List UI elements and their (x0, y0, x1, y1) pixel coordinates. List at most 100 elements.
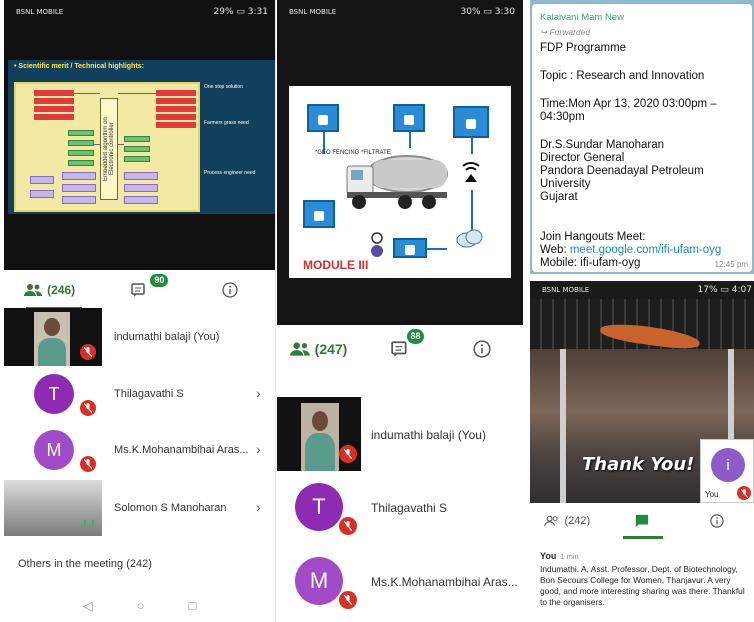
participant-video (4, 480, 102, 536)
chat-message-text: Indumathi. A, Asst. Professor, Dept. of … (540, 564, 745, 607)
people-icon (24, 284, 43, 296)
meet-toolbar: (246) 90 (4, 270, 275, 310)
status-bar: BSNL MOBILE 17% ▭ 4:07 (530, 281, 754, 299)
participant-name: Solomon S Manoharan (114, 502, 227, 514)
message-line: FDP Programme (540, 42, 627, 54)
side-heading: One stop solution (204, 84, 243, 90)
person-body (38, 338, 66, 366)
meet-link[interactable]: meet.google.com/ifi-ufam-oyg (570, 244, 721, 256)
person-head (312, 411, 328, 431)
diagram-block (68, 160, 94, 166)
message-line: Pandora Deenadayal Petroleum (540, 165, 704, 177)
controller-label: Embedded algorithm on Electronic control… (103, 117, 115, 181)
self-view-tile[interactable]: i You (700, 439, 754, 503)
tab-people[interactable]: (247) (277, 327, 359, 371)
tab-info[interactable] (679, 503, 754, 539)
cloud-icon (456, 229, 483, 248)
participant-name: Ms.K.Mohanambihai Aras... (371, 575, 518, 589)
diagram-block (156, 106, 196, 112)
tab-chat[interactable] (605, 503, 680, 539)
diagram-block (124, 136, 150, 142)
participant-row[interactable]: M Ms.K.Mohanambihai Aras... (277, 547, 523, 622)
participant-name: indumathi balaji (You) (114, 331, 220, 343)
diagram-block (30, 190, 54, 198)
battery-time: 29% ▭ 3:31 (213, 7, 268, 17)
module-box (307, 104, 339, 132)
side-heading: Farmers grass need (204, 120, 249, 126)
participant-row[interactable]: T Thilagavathi S › (4, 366, 275, 422)
back-icon[interactable]: ◁ (83, 598, 93, 614)
tab-people[interactable]: (246) (4, 270, 94, 310)
tab-info[interactable] (441, 327, 523, 371)
message-bubble[interactable]: Kalaivani Mam New ↪ Forwarded FDP Progra… (532, 4, 752, 272)
status-bar: BSNL MOBILE 29% ▭ 3:31 (4, 0, 275, 24)
message-line: Web: meet.google.com/ifi-ufam-oyg (540, 244, 721, 257)
chevron-right-icon[interactable]: › (256, 441, 261, 457)
diagram-block (68, 130, 94, 136)
sender-name: Kalaivani Mam New (540, 12, 624, 23)
participant-row[interactable]: Solomon S Manoharan › (4, 480, 275, 536)
recents-icon[interactable]: □ (189, 598, 197, 614)
diagram-block (156, 122, 196, 128)
tab-chat[interactable]: 90 (94, 270, 184, 310)
others-heading: Others in the meeting (242) (18, 558, 152, 570)
participant-row[interactable]: T Thilagavathi S (277, 471, 523, 547)
mic-off-icon (80, 456, 96, 472)
message-line: University (540, 178, 591, 190)
presentation-video: BSNL MOBILE 29% ▭ 3:31 • Scientific meri… (4, 0, 275, 270)
info-icon (709, 514, 724, 528)
diagram-block (62, 184, 96, 192)
slide-side-notes: One stop solution Farmers grass need Pro… (204, 82, 274, 210)
module-box (393, 104, 425, 132)
participant-name: Thilagavathi S (114, 388, 184, 400)
tab-info[interactable] (185, 270, 275, 310)
diagram-block (30, 176, 54, 184)
connector (427, 248, 447, 250)
presentation-video: BSNL MOBILE 17% ▭ 4:07 Thank You! i You (530, 281, 754, 503)
participant-row[interactable]: M Ms.K.Mohanambihai Aras... › (4, 422, 275, 478)
slide-title: • Scientific merit / Technical highlight… (14, 63, 144, 70)
diagram-block (62, 172, 96, 180)
participant-row[interactable]: indumathi balaji (You) (277, 397, 523, 471)
connector (471, 138, 473, 154)
connector (118, 93, 156, 94)
mic-off-icon (80, 344, 96, 360)
chat-time: 1 min (560, 552, 579, 561)
people-count: (247) (314, 341, 348, 357)
pillar-image (560, 349, 566, 503)
participant-video (277, 397, 361, 471)
chat-icon (131, 283, 146, 297)
thank-you-text: Thank You! (582, 454, 695, 475)
people-count: (242) (564, 515, 591, 527)
module-box (453, 106, 489, 138)
people-count: (246) (47, 283, 76, 297)
people-icon (544, 515, 559, 526)
chevron-right-icon[interactable]: › (256, 499, 261, 515)
people-icon (289, 342, 310, 356)
participant-row[interactable]: indumathi balaji (You) (4, 308, 275, 366)
carrier-label: BSNL MOBILE (289, 8, 337, 16)
home-icon[interactable]: ○ (137, 598, 145, 614)
mic-off-icon (80, 400, 96, 416)
message-line: Time:Mon Apr 13, 2020 03:00pm – (540, 98, 717, 110)
chevron-right-icon[interactable]: › (256, 385, 261, 401)
message-line: 04:30pm (540, 111, 585, 123)
participant-name: indumathi balaji (You) (371, 428, 486, 442)
mic-off-icon (339, 445, 357, 463)
diagram-block (156, 98, 196, 104)
diagram-block (34, 114, 74, 120)
diagram-block (34, 98, 74, 104)
tab-people[interactable]: (242) (530, 503, 605, 539)
person-image (301, 403, 339, 471)
chat-badge: 90 (150, 274, 169, 287)
tab-chat[interactable]: 88 (359, 327, 441, 371)
participant-video (4, 308, 102, 366)
connector (118, 144, 124, 145)
diagram-block (124, 172, 158, 180)
info-icon (473, 340, 491, 358)
diagram-block (156, 114, 196, 120)
person-head (44, 318, 60, 336)
diagram-block (34, 90, 74, 96)
android-nav-bar: ◁ ○ □ (4, 598, 275, 614)
participant-name: Ms.K.Mohanambihai Aras... (114, 444, 249, 456)
